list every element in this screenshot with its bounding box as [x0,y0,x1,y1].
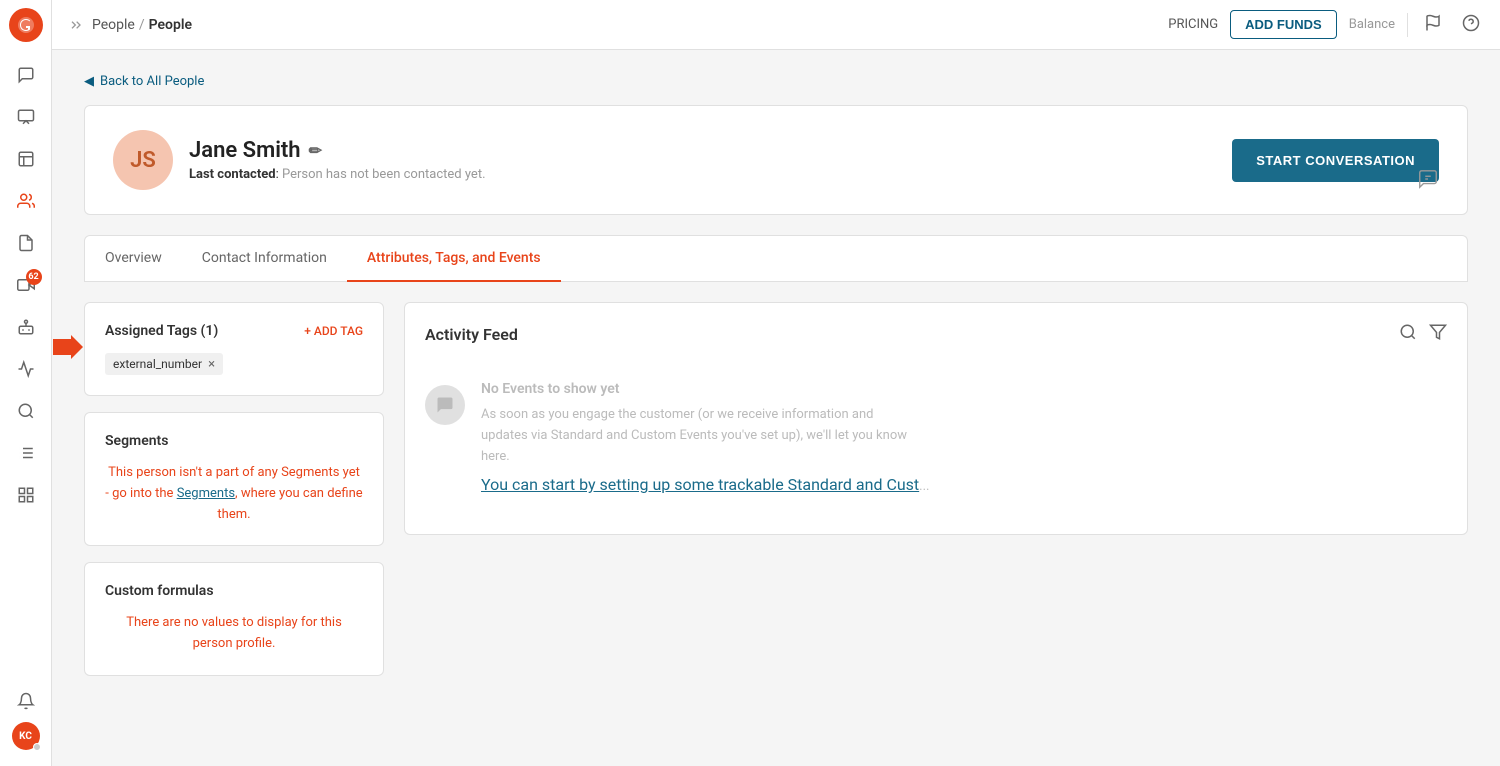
content: ◀ Back to All People JS Jane Smith ✏ Las… [52,50,1500,766]
breadcrumb: People / People [92,17,192,33]
custom-formulas-panel: Custom formulas There are no values to d… [84,562,384,676]
event-icon [425,385,465,425]
sidebar-item-list[interactable] [8,435,44,471]
event-text: No Events to show yet As soon as you eng… [481,381,929,498]
tabs: Overview Contact Information Attributes,… [85,236,1467,282]
custom-formulas-header: Custom formulas [105,583,363,599]
activity-card: Activity Feed [404,302,1468,535]
activity-title: Activity Feed [425,325,518,344]
tab-attributes-tags-events[interactable]: Attributes, Tags, and Events [347,236,561,282]
no-events-title: No Events to show yet [481,381,929,397]
breadcrumb-parent[interactable]: People [92,17,135,33]
sidebar-item-contacts[interactable] [8,183,44,219]
custom-formulas-title: Custom formulas [105,583,214,599]
profile-card-action-icon[interactable] [1417,168,1439,194]
topbar: People / People PRICING ADD FUNDS Balanc… [52,0,1500,50]
sidebar-item-inbox[interactable] [8,99,44,135]
sidebar-item-conversations[interactable] [8,57,44,93]
custom-formulas-text: There are no values to display for this … [105,613,363,655]
activity-search-icon[interactable] [1399,323,1417,345]
segments-panel-header: Segments [105,433,363,449]
tabs-container: Overview Contact Information Attributes,… [84,235,1468,282]
last-contacted: Last contacted: Person has not been cont… [189,167,486,182]
profile-avatar: JS [113,130,173,190]
start-conversation-button[interactable]: START CONVERSATION [1232,139,1439,182]
breadcrumb-separator: / [139,17,145,33]
no-events-desc: As soon as you engage the customer (or w… [481,405,921,467]
add-funds-button[interactable]: ADD FUNDS [1230,10,1337,39]
topbar-divider [1407,13,1408,37]
tags-panel-title: Assigned Tags (1) [105,323,218,339]
profile-name-text: Jane Smith [189,138,301,163]
tags-panel: Assigned Tags (1) + ADD TAG external_num… [84,302,384,396]
profile-card: JS Jane Smith ✏ Last contacted: Person h… [84,105,1468,215]
tag-remove-button[interactable]: × [208,358,215,371]
sidebar-bell[interactable] [8,683,44,719]
right-panel: Activity Feed [404,302,1468,676]
left-panel: Assigned Tags (1) + ADD TAG external_num… [84,302,384,676]
segments-text: This person isn't a part of any Segments… [105,463,363,525]
avatar-status [33,743,41,751]
user-avatar[interactable]: KC [12,722,40,750]
no-events-link-area: You can start by setting up some trackab… [481,475,929,498]
back-to-all-people[interactable]: ◀ Back to All People [84,74,1468,89]
campaigns-badge: 62 [26,269,42,285]
tab-content: Assigned Tags (1) + ADD TAG external_num… [84,282,1468,676]
tab-overview[interactable]: Overview [85,236,182,282]
segments-panel: Segments This person isn't a part of any… [84,412,384,546]
activity-icons [1399,323,1447,345]
sidebar-item-apps[interactable] [8,477,44,513]
tags-panel-header: Assigned Tags (1) + ADD TAG [105,323,363,339]
flag-icon[interactable] [1420,10,1446,40]
sidebar: 62 KC [0,0,52,766]
event-row: No Events to show yet As soon as you eng… [425,381,929,498]
add-tag-link[interactable]: + ADD TAG [304,324,363,338]
activity-filter-icon[interactable] [1429,323,1447,345]
sidebar-item-notes[interactable] [8,225,44,261]
pricing-link[interactable]: PRICING [1168,17,1218,32]
balance-label: Balance [1349,17,1395,32]
sidebar-item-campaigns[interactable]: 62 [8,267,44,303]
sidebar-item-segments[interactable] [8,393,44,429]
help-icon[interactable] [1458,10,1484,40]
tag-chip-external-number: external_number × [105,353,223,375]
segments-title: Segments [105,433,168,449]
sidebar-item-analytics[interactable] [8,351,44,387]
edit-profile-icon[interactable]: ✏ [309,141,322,160]
profile-info: Jane Smith ✏ Last contacted: Person has … [189,138,486,182]
topbar-right: PRICING ADD FUNDS Balance [1168,10,1484,40]
no-events-link[interactable]: You can start by setting up some trackab… [481,475,919,494]
breadcrumb-arrows[interactable] [68,17,84,33]
tab-contact-information[interactable]: Contact Information [182,236,347,282]
main-area: People / People PRICING ADD FUNDS Balanc… [52,0,1500,766]
back-arrow-icon: ◀ [84,74,94,89]
no-events-area: No Events to show yet As soon as you eng… [425,365,1447,514]
app-logo[interactable] [9,8,43,42]
sidebar-item-bots[interactable] [8,309,44,345]
sidebar-item-reports[interactable] [8,141,44,177]
tag-name: external_number [113,357,202,371]
breadcrumb-current: People [149,17,192,33]
segments-link[interactable]: Segments [177,486,235,501]
activity-header: Activity Feed [425,323,1447,345]
arrow-indicator [53,335,83,363]
